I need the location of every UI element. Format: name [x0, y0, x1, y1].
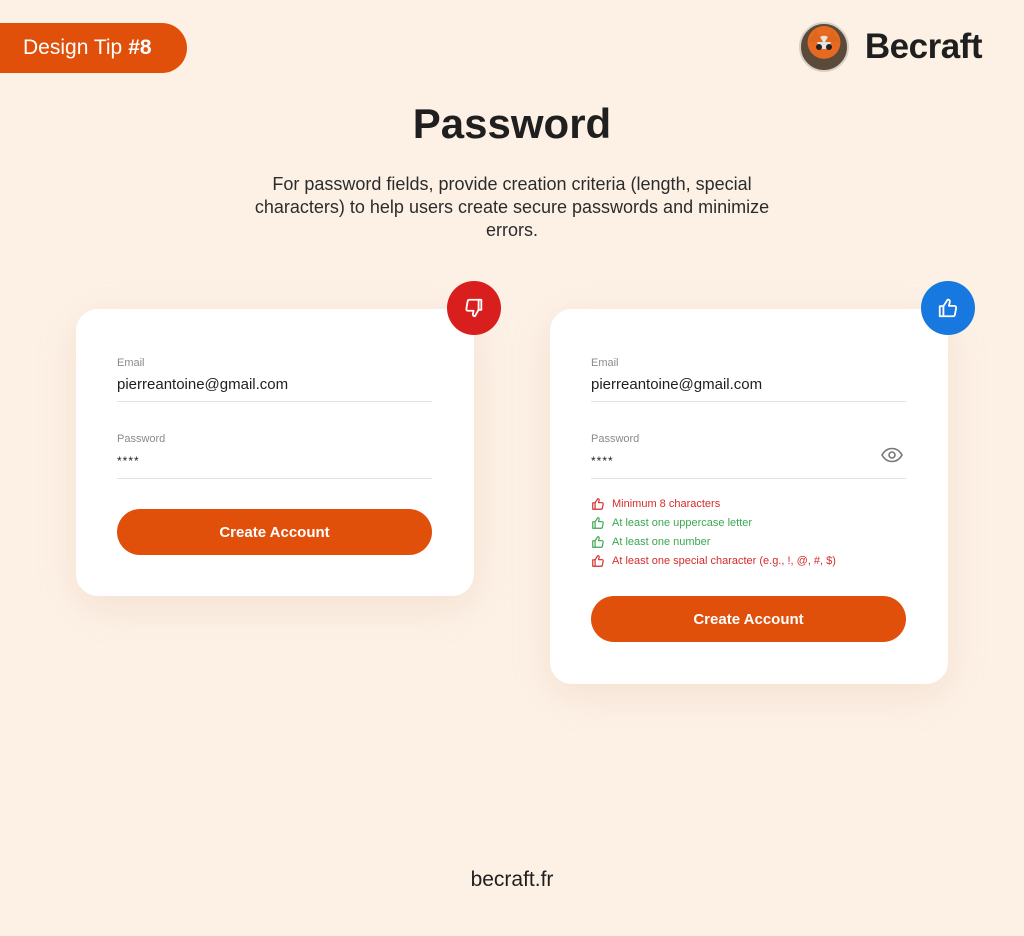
brand: Becraft [798, 22, 983, 72]
email-underline [591, 401, 906, 402]
tip-number: #8 [128, 36, 152, 59]
password-underline [117, 478, 432, 479]
thumbs-up-badge [921, 281, 975, 335]
criterion-text: At least one special character (e.g., !,… [612, 554, 836, 567]
email-value[interactable]: pierreantoine@gmail.com [117, 376, 432, 393]
password-label: Password [591, 433, 640, 445]
criterion-uppercase: At least one uppercase letter [591, 513, 836, 532]
thumbs-up-icon [592, 497, 604, 510]
email-label: Email [117, 357, 145, 369]
good-example-card: Email pierreantoine@gmail.com Password *… [550, 309, 948, 684]
password-value[interactable]: **** [591, 454, 906, 468]
design-tip-badge: Design Tip #8 [0, 23, 187, 73]
criterion-special-char: At least one special character (e.g., !,… [591, 551, 836, 570]
email-label: Email [591, 357, 619, 369]
thumbs-up-icon [938, 298, 958, 318]
criterion-text: At least one uppercase letter [612, 516, 753, 529]
page-subtitle: For password fields, provide creation cr… [254, 174, 770, 240]
criterion-text: At least one number [612, 535, 711, 548]
create-account-button[interactable]: Create Account [117, 509, 432, 555]
thumbs-down-icon [465, 298, 483, 318]
password-field[interactable]: Password **** [591, 433, 906, 479]
thumbs-down-badge [447, 281, 501, 335]
email-value[interactable]: pierreantoine@gmail.com [591, 376, 906, 393]
password-value[interactable]: **** [117, 454, 432, 468]
email-field[interactable]: Email pierreantoine@gmail.com [117, 357, 432, 402]
eye-icon[interactable] [880, 443, 904, 467]
thumbs-up-icon [592, 516, 604, 529]
criterion-min-length: Minimum 8 characters [591, 494, 836, 513]
email-field[interactable]: Email pierreantoine@gmail.com [591, 357, 906, 402]
password-underline [591, 478, 906, 479]
email-underline [117, 401, 432, 402]
thumbs-up-icon [592, 554, 604, 567]
password-criteria-list: Minimum 8 characters At least one upperc… [591, 494, 836, 570]
criterion-number: At least one number [591, 532, 836, 551]
page-title: Password [412, 100, 612, 147]
bad-example-card: Email pierreantoine@gmail.com Password *… [76, 309, 474, 596]
create-account-button[interactable]: Create Account [591, 596, 906, 642]
tip-label: Design Tip [23, 36, 123, 59]
password-field[interactable]: Password **** [117, 433, 432, 479]
criterion-text: Minimum 8 characters [612, 497, 721, 510]
thumbs-up-icon [592, 535, 604, 548]
fox-avatar-icon [798, 22, 849, 72]
footer-url[interactable]: becraft.fr [0, 868, 1024, 892]
password-label: Password [117, 433, 166, 445]
brand-name: Becraft [864, 27, 983, 66]
